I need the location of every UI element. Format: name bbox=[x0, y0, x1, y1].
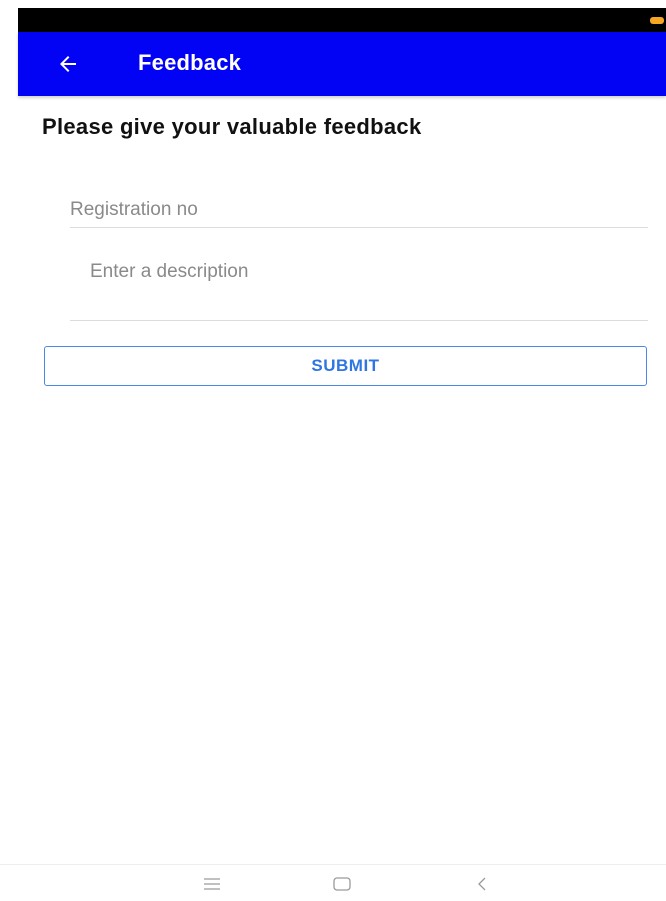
nav-back-button[interactable] bbox=[462, 871, 502, 897]
system-navigation-bar bbox=[0, 864, 666, 901]
back-button[interactable] bbox=[48, 44, 88, 84]
feedback-heading: Please give your valuable feedback bbox=[42, 114, 422, 139]
arrow-left-icon bbox=[60, 56, 76, 72]
description-input[interactable] bbox=[70, 258, 648, 321]
battery-icon bbox=[650, 17, 664, 24]
app-bar: Feedback bbox=[18, 32, 666, 96]
back-chevron-icon bbox=[478, 877, 486, 891]
registration-number-input[interactable] bbox=[70, 192, 648, 228]
submit-button[interactable]: SUBMIT bbox=[44, 346, 647, 386]
status-bar bbox=[18, 8, 666, 32]
home-icon bbox=[333, 877, 351, 891]
menu-icon bbox=[204, 878, 220, 890]
nav-home-button[interactable] bbox=[322, 871, 362, 897]
nav-menu-button[interactable] bbox=[192, 871, 232, 897]
page-title: Feedback bbox=[138, 50, 242, 75]
